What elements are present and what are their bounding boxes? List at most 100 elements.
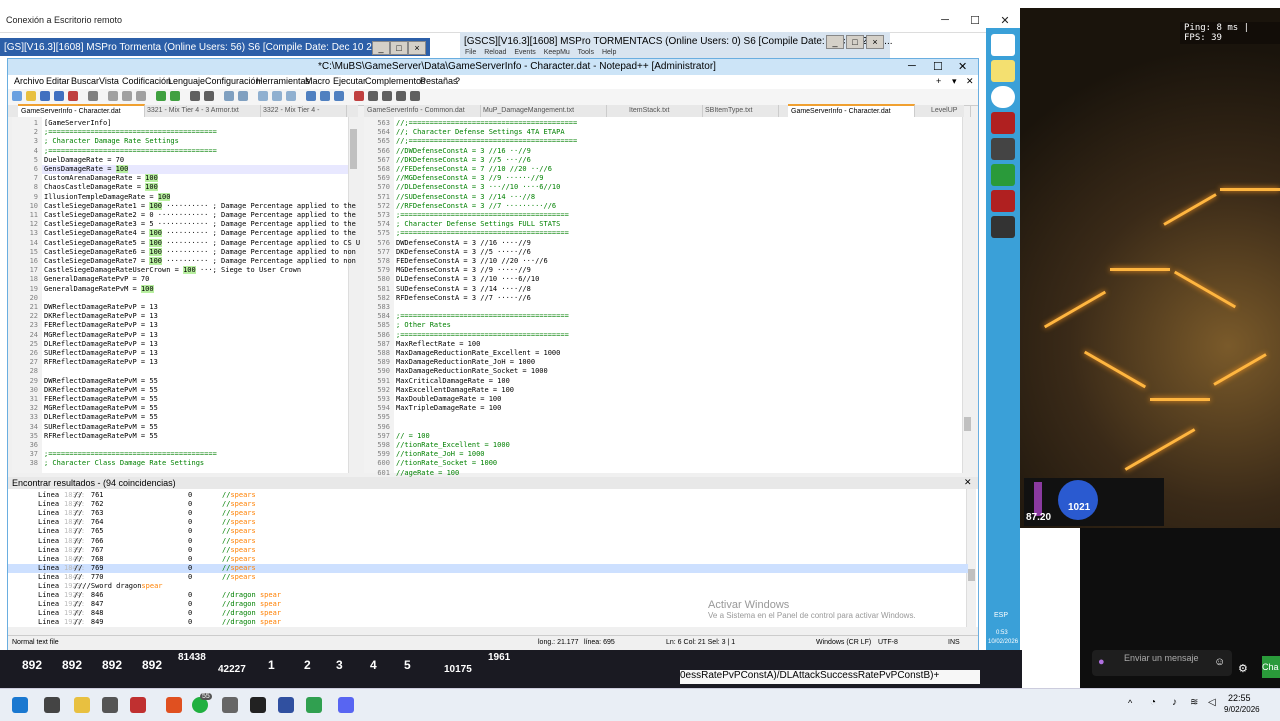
- find-result-row[interactable]: Línea 1839:// 767 0//spears: [8, 546, 968, 555]
- minimize-icon[interactable]: ─: [930, 14, 960, 28]
- menu-item[interactable]: Tools: [578, 49, 594, 56]
- doc-map-icon[interactable]: [320, 91, 330, 101]
- code-line[interactable]: CastleSiegeDamageRateUserCrown = 100 ···…: [44, 266, 301, 275]
- app-icon[interactable]: [222, 697, 238, 713]
- mspro-cs-window[interactable]: [GSCS][V16.3][1608] MSPro TORMENTACS (On…: [460, 32, 893, 58]
- mspro-server-window[interactable]: [GS][V16.3][1608] MSPro Tormenta (Online…: [0, 38, 430, 56]
- code-line[interactable]: //tionRate_JoH = 1000: [396, 450, 485, 458]
- code-line[interactable]: ; Character Defense Settings FULL STATS: [396, 220, 560, 228]
- code-line[interactable]: ;=======================================…: [396, 312, 569, 320]
- save-macro-icon[interactable]: [410, 91, 420, 101]
- tab-sbitemtype[interactable]: SBItemType.txt: [702, 105, 779, 117]
- status-eol[interactable]: Windows (CR LF): [816, 639, 871, 646]
- close-file-icon[interactable]: [68, 91, 78, 101]
- code-line[interactable]: DLReflectDamageRatePvP = 13: [44, 340, 158, 348]
- code-line[interactable]: CastleSiegeDamageRate6 = 100 ·········· …: [44, 247, 356, 256]
- menu-herramientas[interactable]: Herramientas: [256, 76, 310, 86]
- menu-buscar[interactable]: Buscar: [71, 76, 99, 86]
- calculator-icon[interactable]: [102, 697, 118, 713]
- game-viewport[interactable]: [1020, 8, 1280, 528]
- code-line[interactable]: //DKDefenseConstA = 3 //5 ···//6: [396, 156, 531, 164]
- code-line[interactable]: GeneralDamageRatePvP = 70: [44, 275, 149, 283]
- code-line[interactable]: IllusionTempleDamageRate = 100: [44, 192, 171, 201]
- discord-icon[interactable]: [338, 697, 354, 713]
- snipping-icon[interactable]: [130, 697, 146, 713]
- code-line[interactable]: FEReflectDamageRatePvM = 55: [44, 395, 158, 403]
- network-icon[interactable]: ◔: [1150, 697, 1156, 708]
- gear-icon[interactable]: ⚙: [1238, 662, 1248, 675]
- find-result-row[interactable]: Línea 1837:// 765 0//spears: [8, 527, 968, 536]
- menu-lenguaje[interactable]: Lenguaje: [168, 76, 205, 86]
- menu-codificacion[interactable]: Codificación: [122, 76, 171, 86]
- code-line[interactable]: MaxDamageReductionRate_Socket = 1000: [396, 367, 548, 375]
- code-line[interactable]: //tionRate_Excellent = 1000: [396, 441, 510, 449]
- language-indicator[interactable]: ESP: [994, 612, 1008, 619]
- code-line[interactable]: MaxTripleDamageRate = 100: [396, 404, 501, 412]
- maximize-icon[interactable]: □: [846, 35, 864, 49]
- code-line[interactable]: GensDamageRate = 100: [44, 165, 129, 173]
- task-view-icon[interactable]: [44, 697, 60, 713]
- editor-left[interactable]: 1 2 3 4 5 6 7 8 9 10 11 12 13 14 15 16 17 18 19 20 21 22 23 24 2…: [12, 117, 360, 473]
- menu-editar[interactable]: Editar: [46, 76, 70, 86]
- menu-item[interactable]: Reload: [484, 49, 506, 56]
- volume-icon[interactable]: ◁: [1208, 697, 1216, 708]
- code-line[interactable]: //;=====================================…: [396, 137, 577, 145]
- start-icon[interactable]: [12, 697, 28, 713]
- menu-archivo[interactable]: Archivo: [14, 76, 44, 86]
- maximize-icon[interactable]: ☐: [933, 60, 943, 73]
- close-icon[interactable]: ✕: [964, 477, 972, 488]
- code-line[interactable]: //DLDefenseConstA = 3 ···//10 ····6//10: [396, 183, 560, 191]
- close-icon[interactable]: ×: [866, 35, 884, 49]
- close-icon[interactable]: ✕: [990, 14, 1020, 28]
- tab-damage-mangement[interactable]: MuP_DamageMangement.txt: [480, 105, 607, 117]
- maximize-icon[interactable]: ☐: [960, 14, 990, 28]
- code-line[interactable]: RFDefenseConstA = 3 //7 ·····//6: [396, 294, 531, 302]
- code-line[interactable]: //FEDefenseConstA = 7 //10 //20 ··//6: [396, 165, 552, 173]
- find-result-row[interactable]: Línea 1923:////Sword dragonspear: [8, 582, 968, 591]
- code-line[interactable]: // = 100: [396, 432, 430, 440]
- menu-complementos[interactable]: Complementos: [365, 76, 426, 86]
- emoji-icon[interactable]: ☺: [1214, 656, 1225, 668]
- run-macro-icon[interactable]: [396, 91, 406, 101]
- code-line[interactable]: CastleSiegeDamageRate4 = 100 ·········· …: [44, 229, 356, 238]
- open-file-icon[interactable]: [26, 91, 36, 101]
- code-line[interactable]: DWReflectDamageRatePvM = 55: [44, 377, 158, 385]
- find-result-row[interactable]: Línea 1835:// 763 0//spears: [8, 509, 968, 518]
- menu-ejecutar[interactable]: Ejecutar: [333, 76, 366, 86]
- paste-icon[interactable]: [136, 91, 146, 101]
- record-macro-icon[interactable]: [354, 91, 364, 101]
- code-line[interactable]: MGDefenseConstA = 3 //9 ·····//9: [396, 266, 531, 274]
- code-line[interactable]: SUReflectDamageRatePvM = 55: [44, 423, 158, 431]
- find-result-row[interactable]: Línea 1836:// 764 0//spears: [8, 518, 968, 527]
- code-line[interactable]: CastleSiegeDamageRate2 = 0 ············ …: [44, 211, 356, 219]
- play-macro-icon[interactable]: [382, 91, 392, 101]
- code-line[interactable]: ; Character Class Damage Rate Settings: [44, 459, 204, 467]
- code-line[interactable]: //DWDefenseConstA = 3 //16 ··//9: [396, 147, 531, 155]
- game-launcher-icon[interactable]: [250, 697, 266, 713]
- notepadpp-icon[interactable]: [306, 697, 322, 713]
- find-result-row[interactable]: Línea 1842:// 770 0//spears: [8, 573, 968, 582]
- folder-icon[interactable]: [991, 60, 1015, 82]
- editor-right[interactable]: 563 564 565 566 567 568 569 570 571 572 573 574 575 5…: [364, 117, 972, 477]
- clock-time[interactable]: 22:55: [1228, 693, 1251, 703]
- code-line[interactable]: DWDefenseConstA = 3 //16 ····//9: [396, 239, 531, 247]
- code-line[interactable]: ;=======================================…: [44, 128, 217, 136]
- brave-icon[interactable]: [166, 697, 182, 713]
- wifi-icon[interactable]: ≋: [1190, 697, 1198, 708]
- clock-date[interactable]: 9/02/2026: [1224, 705, 1260, 714]
- stop-macro-icon[interactable]: [368, 91, 378, 101]
- menu-item[interactable]: KeepMu: [544, 49, 570, 56]
- chrome-icon[interactable]: [991, 86, 1015, 108]
- code-line[interactable]: ;=======================================…: [396, 211, 569, 219]
- code-line[interactable]: MaxExcellentDamageRate = 100: [396, 386, 514, 394]
- menu-item[interactable]: Events: [514, 49, 535, 56]
- find-result-row[interactable]: Línea 1834:// 762 0//spears: [8, 500, 968, 509]
- mupro-icon[interactable]: [991, 112, 1015, 134]
- code-line[interactable]: MaxDamageReductionRate_JoH = 1000: [396, 358, 535, 366]
- close-tab-icon[interactable]: ✕: [966, 76, 974, 87]
- code-line[interactable]: MaxReflectRate = 100: [396, 340, 480, 348]
- indent-guide-icon[interactable]: [306, 91, 316, 101]
- code-line[interactable]: DKReflectDamageRatePvP = 13: [44, 312, 158, 320]
- code-line[interactable]: FEReflectDamageRatePvP = 13: [44, 321, 158, 329]
- sync-scroll-icon[interactable]: [258, 91, 268, 101]
